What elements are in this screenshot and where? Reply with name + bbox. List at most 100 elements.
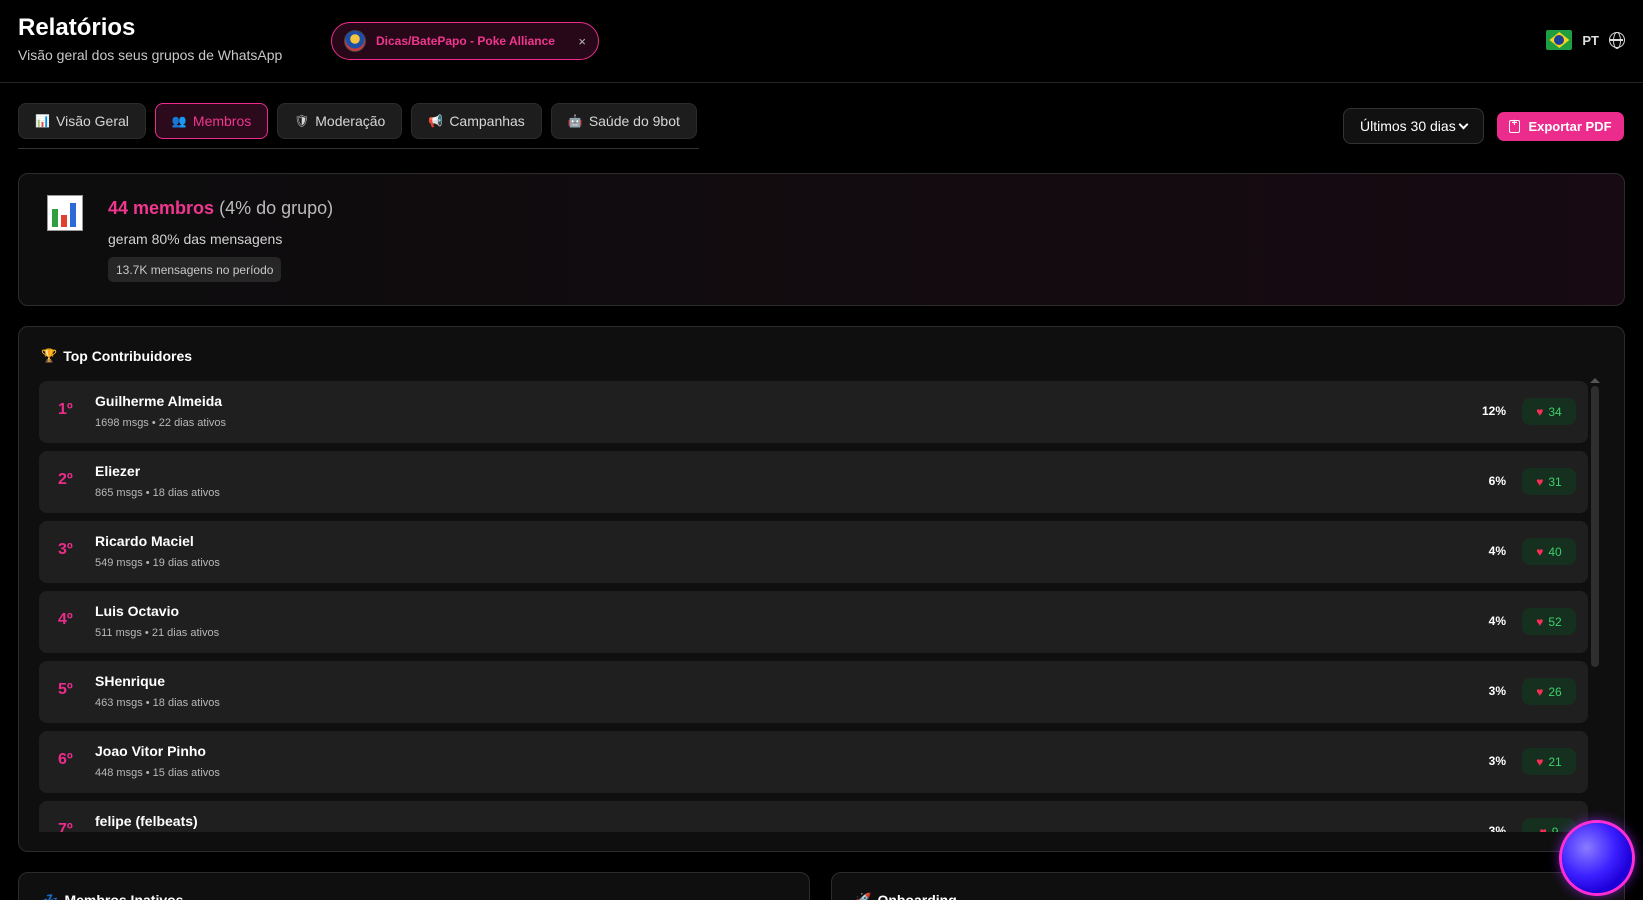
member-percent: 3% (1488, 684, 1506, 698)
tab-saude-9bot[interactable]: 🤖 Saúde do 9bot (550, 103, 697, 139)
likes-badge: ♥ 34 (1522, 398, 1576, 425)
shield-icon: 🛡 (294, 114, 310, 128)
likes-count: 40 (1548, 544, 1562, 559)
assistant-orb-button[interactable] (1562, 823, 1632, 893)
megaphone-icon: 📢 (428, 114, 444, 128)
top-contributors-card: 🏆 Top Contribuidores 1º Guilherme Almeid… (18, 326, 1625, 852)
group-avatar (344, 30, 366, 52)
rank: 5º (58, 681, 73, 698)
list-item[interactable]: 3º Ricardo Maciel 549 msgs • 19 dias ati… (39, 521, 1588, 583)
heart-icon: ♥ (1536, 614, 1544, 629)
likes-badge: ♥ 9 (1522, 818, 1576, 832)
member-name: Guilherme Almeida (95, 393, 223, 409)
rank: 6º (58, 751, 73, 768)
brazil-flag-icon (1546, 30, 1573, 50)
likes-count: 21 (1548, 754, 1562, 769)
member-name: SHenrique (95, 673, 166, 689)
summary-headline: 44 membros (4% do grupo) (108, 198, 333, 219)
list-item[interactable]: 7º felipe (felbeats) 3% ♥ 9 (39, 801, 1588, 832)
export-pdf-button[interactable]: Exportar PDF (1497, 112, 1624, 141)
page-subtitle: Visão geral dos seus grupos de WhatsApp (18, 47, 283, 63)
likes-count: 31 (1548, 474, 1562, 489)
tab-label: Membros (192, 113, 252, 129)
likes-badge: ♥ 26 (1522, 678, 1576, 705)
member-meta: 463 msgs • 18 dias ativos (95, 697, 220, 709)
member-meta: 511 msgs • 21 dias ativos (95, 627, 220, 639)
export-label: Exportar PDF (1528, 119, 1612, 134)
member-meta: 549 msgs • 19 dias ativos (95, 557, 220, 569)
users-icon: 👥 (171, 114, 187, 128)
member-name: felipe (felbeats) (95, 813, 198, 829)
selected-group-chip[interactable]: Dicas/BatePapo - Poke Alliance × (331, 22, 599, 60)
likes-badge: ♥ 52 (1522, 608, 1576, 635)
member-name: Joao Vitor Pinho (95, 743, 206, 759)
scrollbar-thumb[interactable] (1591, 386, 1599, 667)
member-percent: 4% (1488, 544, 1506, 558)
robot-icon: 🤖 (567, 114, 583, 128)
member-name: Ricardo Maciel (95, 533, 194, 549)
globe-icon[interactable] (1609, 32, 1625, 49)
scroll-up-arrow[interactable] (1590, 378, 1600, 383)
tabs-divider (18, 148, 699, 149)
file-plus-icon (1509, 118, 1521, 133)
members-summary-card: 44 membros (4% do grupo) geram 80% das m… (18, 173, 1625, 306)
period-select[interactable]: Últimos 30 dias (1343, 108, 1484, 144)
page-header: Relatórios Visão geral dos seus grupos d… (0, 0, 1643, 83)
language-selector[interactable]: PT (1546, 30, 1625, 50)
messages-badge: 13.7K mensagens no período (108, 257, 282, 282)
member-percent: 3% (1488, 824, 1506, 832)
likes-count: 9 (1551, 824, 1559, 833)
period-value: Últimos 30 dias (1360, 118, 1456, 134)
member-percent: 3% (1488, 754, 1506, 768)
section-title: Onboarding (877, 892, 957, 900)
chevron-down-icon (1458, 119, 1469, 129)
heart-icon: ♥ (1536, 754, 1544, 769)
tab-label: Moderação (315, 113, 386, 129)
section-title: Membros Inativos (64, 892, 184, 900)
tab-campanhas[interactable]: 📢 Campanhas (411, 103, 542, 139)
top-contributors-title: 🏆 Top Contribuidores (41, 348, 192, 364)
likes-badge: ♥ 40 (1522, 538, 1576, 565)
member-meta: 865 msgs • 18 dias ativos (95, 487, 220, 499)
bar-chart-icon (47, 195, 83, 231)
tab-label: Visão Geral (56, 113, 129, 129)
rank: 2º (58, 471, 73, 488)
tab-visao-geral[interactable]: 📊 Visão Geral (18, 103, 146, 139)
language-code: PT (1582, 32, 1599, 48)
rank: 4º (58, 611, 73, 628)
member-name: Eliezer (95, 463, 141, 479)
list-item[interactable]: 1º Guilherme Almeida 1698 msgs • 22 dias… (39, 381, 1588, 443)
likes-badge: ♥ 21 (1522, 748, 1576, 775)
contributors-list[interactable]: 1º Guilherme Almeida 1698 msgs • 22 dias… (39, 381, 1588, 832)
likes-count: 52 (1548, 614, 1562, 629)
member-percent: 12% (1481, 404, 1506, 418)
list-item[interactable]: 2º Eliezer 865 msgs • 18 dias ativos 6% … (39, 451, 1588, 513)
section-title: Top Contribuidores (63, 348, 193, 364)
tab-membros[interactable]: 👥 Membros (154, 103, 269, 139)
likes-badge: ♥ 31 (1522, 468, 1576, 495)
page-title: Relatórios (18, 14, 136, 41)
onboarding-card: 🚀 Onboarding (831, 872, 1625, 900)
list-item[interactable]: 5º SHenrique 463 msgs • 18 dias ativos 3… (39, 661, 1588, 723)
list-item[interactable]: 4º Luis Octavio 511 msgs • 21 dias ativo… (39, 591, 1588, 653)
member-name: Luis Octavio (95, 603, 180, 619)
sleep-icon: 💤 (41, 892, 59, 900)
heart-icon: ♥ (1536, 684, 1544, 699)
member-percent: 4% (1488, 614, 1506, 628)
inactive-members-title: 💤 Membros Inativos (41, 892, 183, 900)
member-meta: 1698 msgs • 22 dias ativos (95, 417, 227, 429)
rank: 7º (58, 821, 73, 832)
summary-highlight: 44 membros (108, 198, 215, 218)
group-name: Dicas/BatePapo - Poke Alliance (376, 34, 555, 48)
trophy-icon: 🏆 (41, 348, 58, 363)
heart-icon: ♥ (1536, 404, 1544, 419)
likes-count: 26 (1548, 684, 1562, 699)
rocket-icon: 🚀 (854, 892, 872, 900)
member-percent: 6% (1488, 474, 1506, 488)
close-icon[interactable]: × (578, 34, 586, 49)
onboarding-title: 🚀 Onboarding (854, 892, 957, 900)
likes-count: 34 (1548, 404, 1562, 419)
tab-moderacao[interactable]: 🛡 Moderação (277, 103, 403, 139)
list-item[interactable]: 6º Joao Vitor Pinho 448 msgs • 15 dias a… (39, 731, 1588, 793)
report-tabs: 📊 Visão Geral 👥 Membros 🛡 Moderação 📢 Ca… (18, 103, 697, 139)
